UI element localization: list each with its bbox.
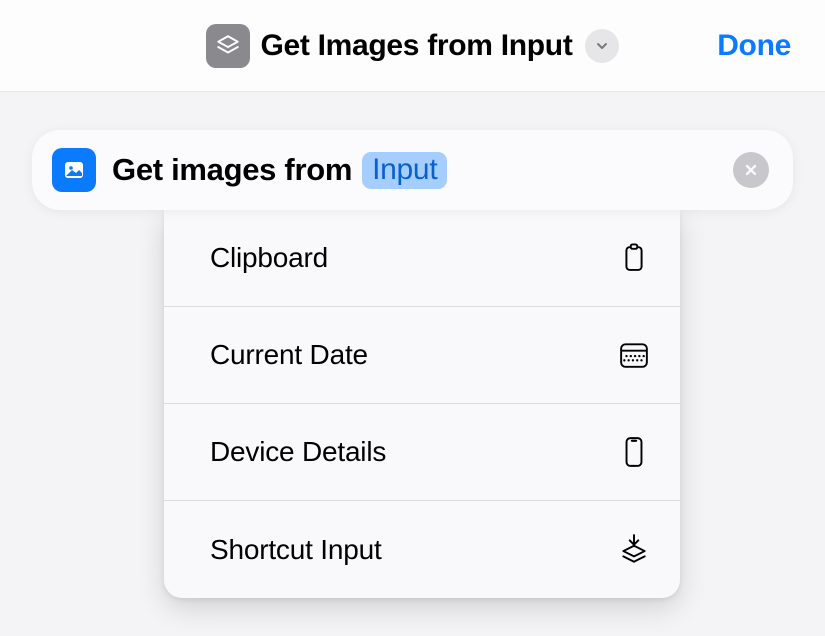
menu-item-label: Device Details — [210, 436, 386, 468]
menu-item-clipboard[interactable]: Clipboard — [164, 210, 680, 307]
done-button[interactable]: Done — [717, 29, 791, 63]
clipboard-icon — [616, 242, 652, 274]
menu-item-label: Clipboard — [210, 242, 328, 274]
variable-picker-menu: Clipboard Current Date Device Details — [164, 210, 680, 598]
menu-item-label: Shortcut Input — [210, 534, 382, 566]
page-title: Get Images from Input — [260, 29, 572, 63]
close-icon[interactable] — [733, 152, 769, 188]
editor-header: Get Images from Input Done — [0, 0, 825, 92]
action-card: Get images from Input — [32, 130, 793, 210]
shortcut-input-icon — [616, 534, 652, 566]
menu-item-current-date[interactable]: Current Date — [164, 307, 680, 404]
chevron-down-icon[interactable] — [585, 29, 619, 63]
menu-item-device-details[interactable]: Device Details — [164, 404, 680, 501]
action-text: Get images from Input — [112, 152, 447, 189]
menu-item-shortcut-input[interactable]: Shortcut Input — [164, 501, 680, 598]
layers-icon — [206, 24, 250, 68]
calendar-icon — [616, 341, 652, 369]
variable-token[interactable]: Input — [362, 152, 447, 189]
action-prefix: Get images from — [112, 152, 352, 188]
menu-item-label: Current Date — [210, 339, 368, 371]
header-title-group: Get Images from Input — [206, 24, 618, 68]
editor-body: Get images from Input Clipboard Current … — [0, 92, 825, 636]
phone-icon — [616, 436, 652, 468]
image-icon — [52, 148, 96, 192]
